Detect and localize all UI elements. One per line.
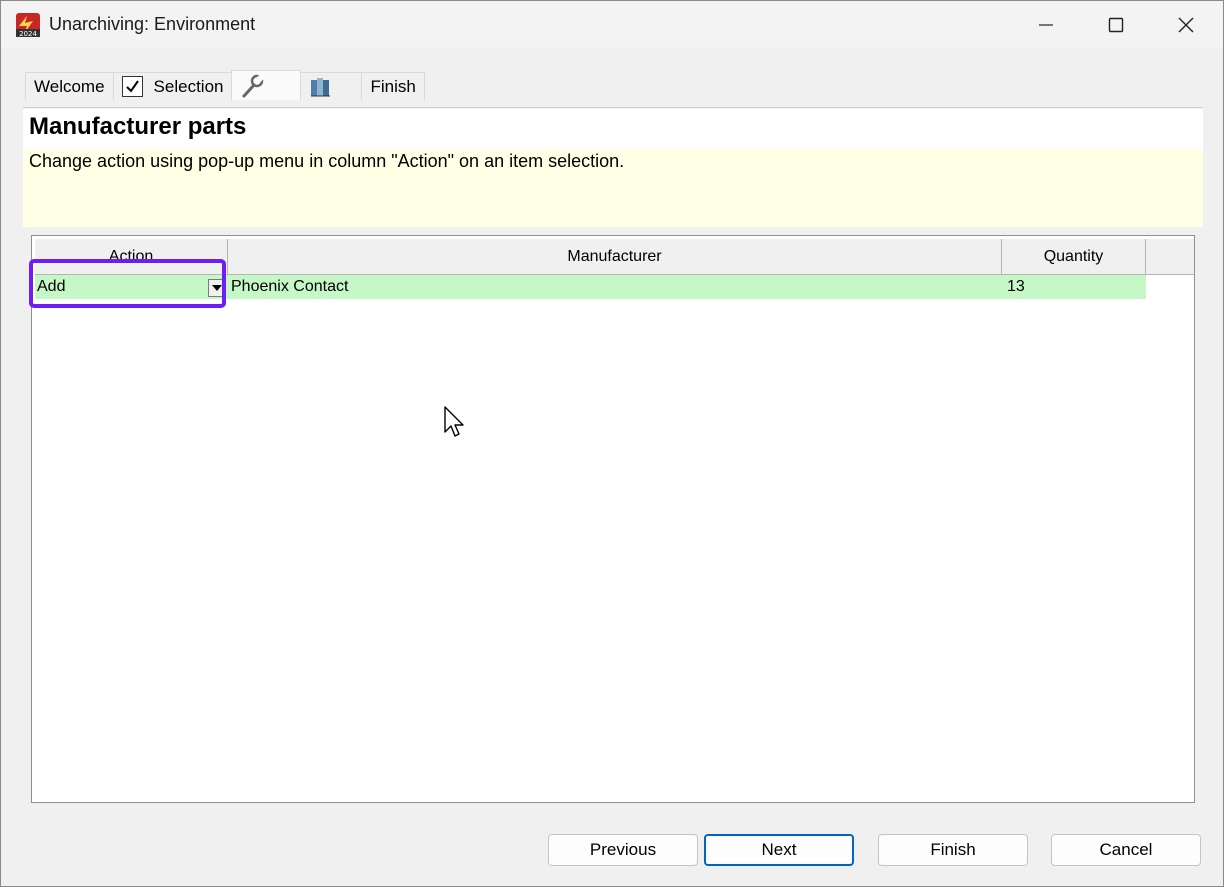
- tab-welcome[interactable]: Welcome: [25, 72, 114, 100]
- action-value: Add: [37, 278, 66, 295]
- info-hint-text: Change action using pop-up menu in colum…: [29, 151, 625, 171]
- table-row[interactable]: Add Phoenix Contact 13: [35, 275, 1146, 299]
- svg-text:2024: 2024: [19, 30, 37, 38]
- minimize-icon: [1039, 24, 1053, 26]
- wrench-icon: [242, 73, 265, 97]
- tab-label: Finish: [370, 76, 416, 96]
- action-dropdown[interactable]: Add: [37, 275, 226, 299]
- tab-label: Welcome: [34, 76, 105, 96]
- parts-grid[interactable]: Action Manufacturer Quantity Add Phoenix…: [31, 235, 1195, 803]
- app-icon: 2024: [16, 13, 40, 38]
- column-header-action[interactable]: Action: [35, 239, 228, 275]
- window-title: Unarchiving: Environment: [49, 14, 256, 34]
- dropdown-button[interactable]: [208, 279, 226, 297]
- manufacturer-cell: Phoenix Contact: [231, 278, 349, 295]
- tab-finish[interactable]: Finish: [361, 72, 425, 100]
- minimize-button[interactable]: [1011, 1, 1081, 49]
- mouse-cursor-icon: [444, 406, 464, 437]
- page-title: Manufacturer parts: [29, 113, 247, 140]
- quantity-cell: 13: [1007, 278, 1025, 295]
- finish-button[interactable]: Finish: [878, 834, 1028, 866]
- title-bar: 2024 Unarchiving: Environment: [1, 1, 1223, 49]
- cancel-button[interactable]: Cancel: [1051, 834, 1201, 866]
- dialog-window: 2024 Unarchiving: Environment Welcome Se…: [0, 0, 1224, 887]
- checkbox-checked-icon: [121, 76, 143, 97]
- maximize-button[interactable]: [1081, 1, 1151, 49]
- column-header-manufacturer[interactable]: Manufacturer: [228, 239, 1002, 275]
- next-button[interactable]: Next: [704, 834, 854, 866]
- previous-button[interactable]: Previous: [548, 834, 698, 866]
- checkmark-icon: [125, 80, 139, 93]
- dropdown-arrow-icon: [212, 285, 222, 291]
- maximize-icon: [1108, 17, 1124, 33]
- column-header-filler: [1146, 239, 1194, 275]
- column-header-quantity[interactable]: Quantity: [1002, 239, 1146, 275]
- tab-label: Selection: [153, 76, 224, 96]
- tab-archive[interactable]: [300, 72, 363, 100]
- close-button[interactable]: [1151, 1, 1221, 49]
- tab-selection[interactable]: Selection: [112, 72, 233, 100]
- tab-settings[interactable]: [231, 70, 302, 100]
- tab-divider: [23, 107, 1203, 108]
- close-icon: [1178, 17, 1194, 33]
- wizard-tabs: Welcome Selection Finish: [25, 70, 425, 101]
- books-icon: [311, 77, 331, 96]
